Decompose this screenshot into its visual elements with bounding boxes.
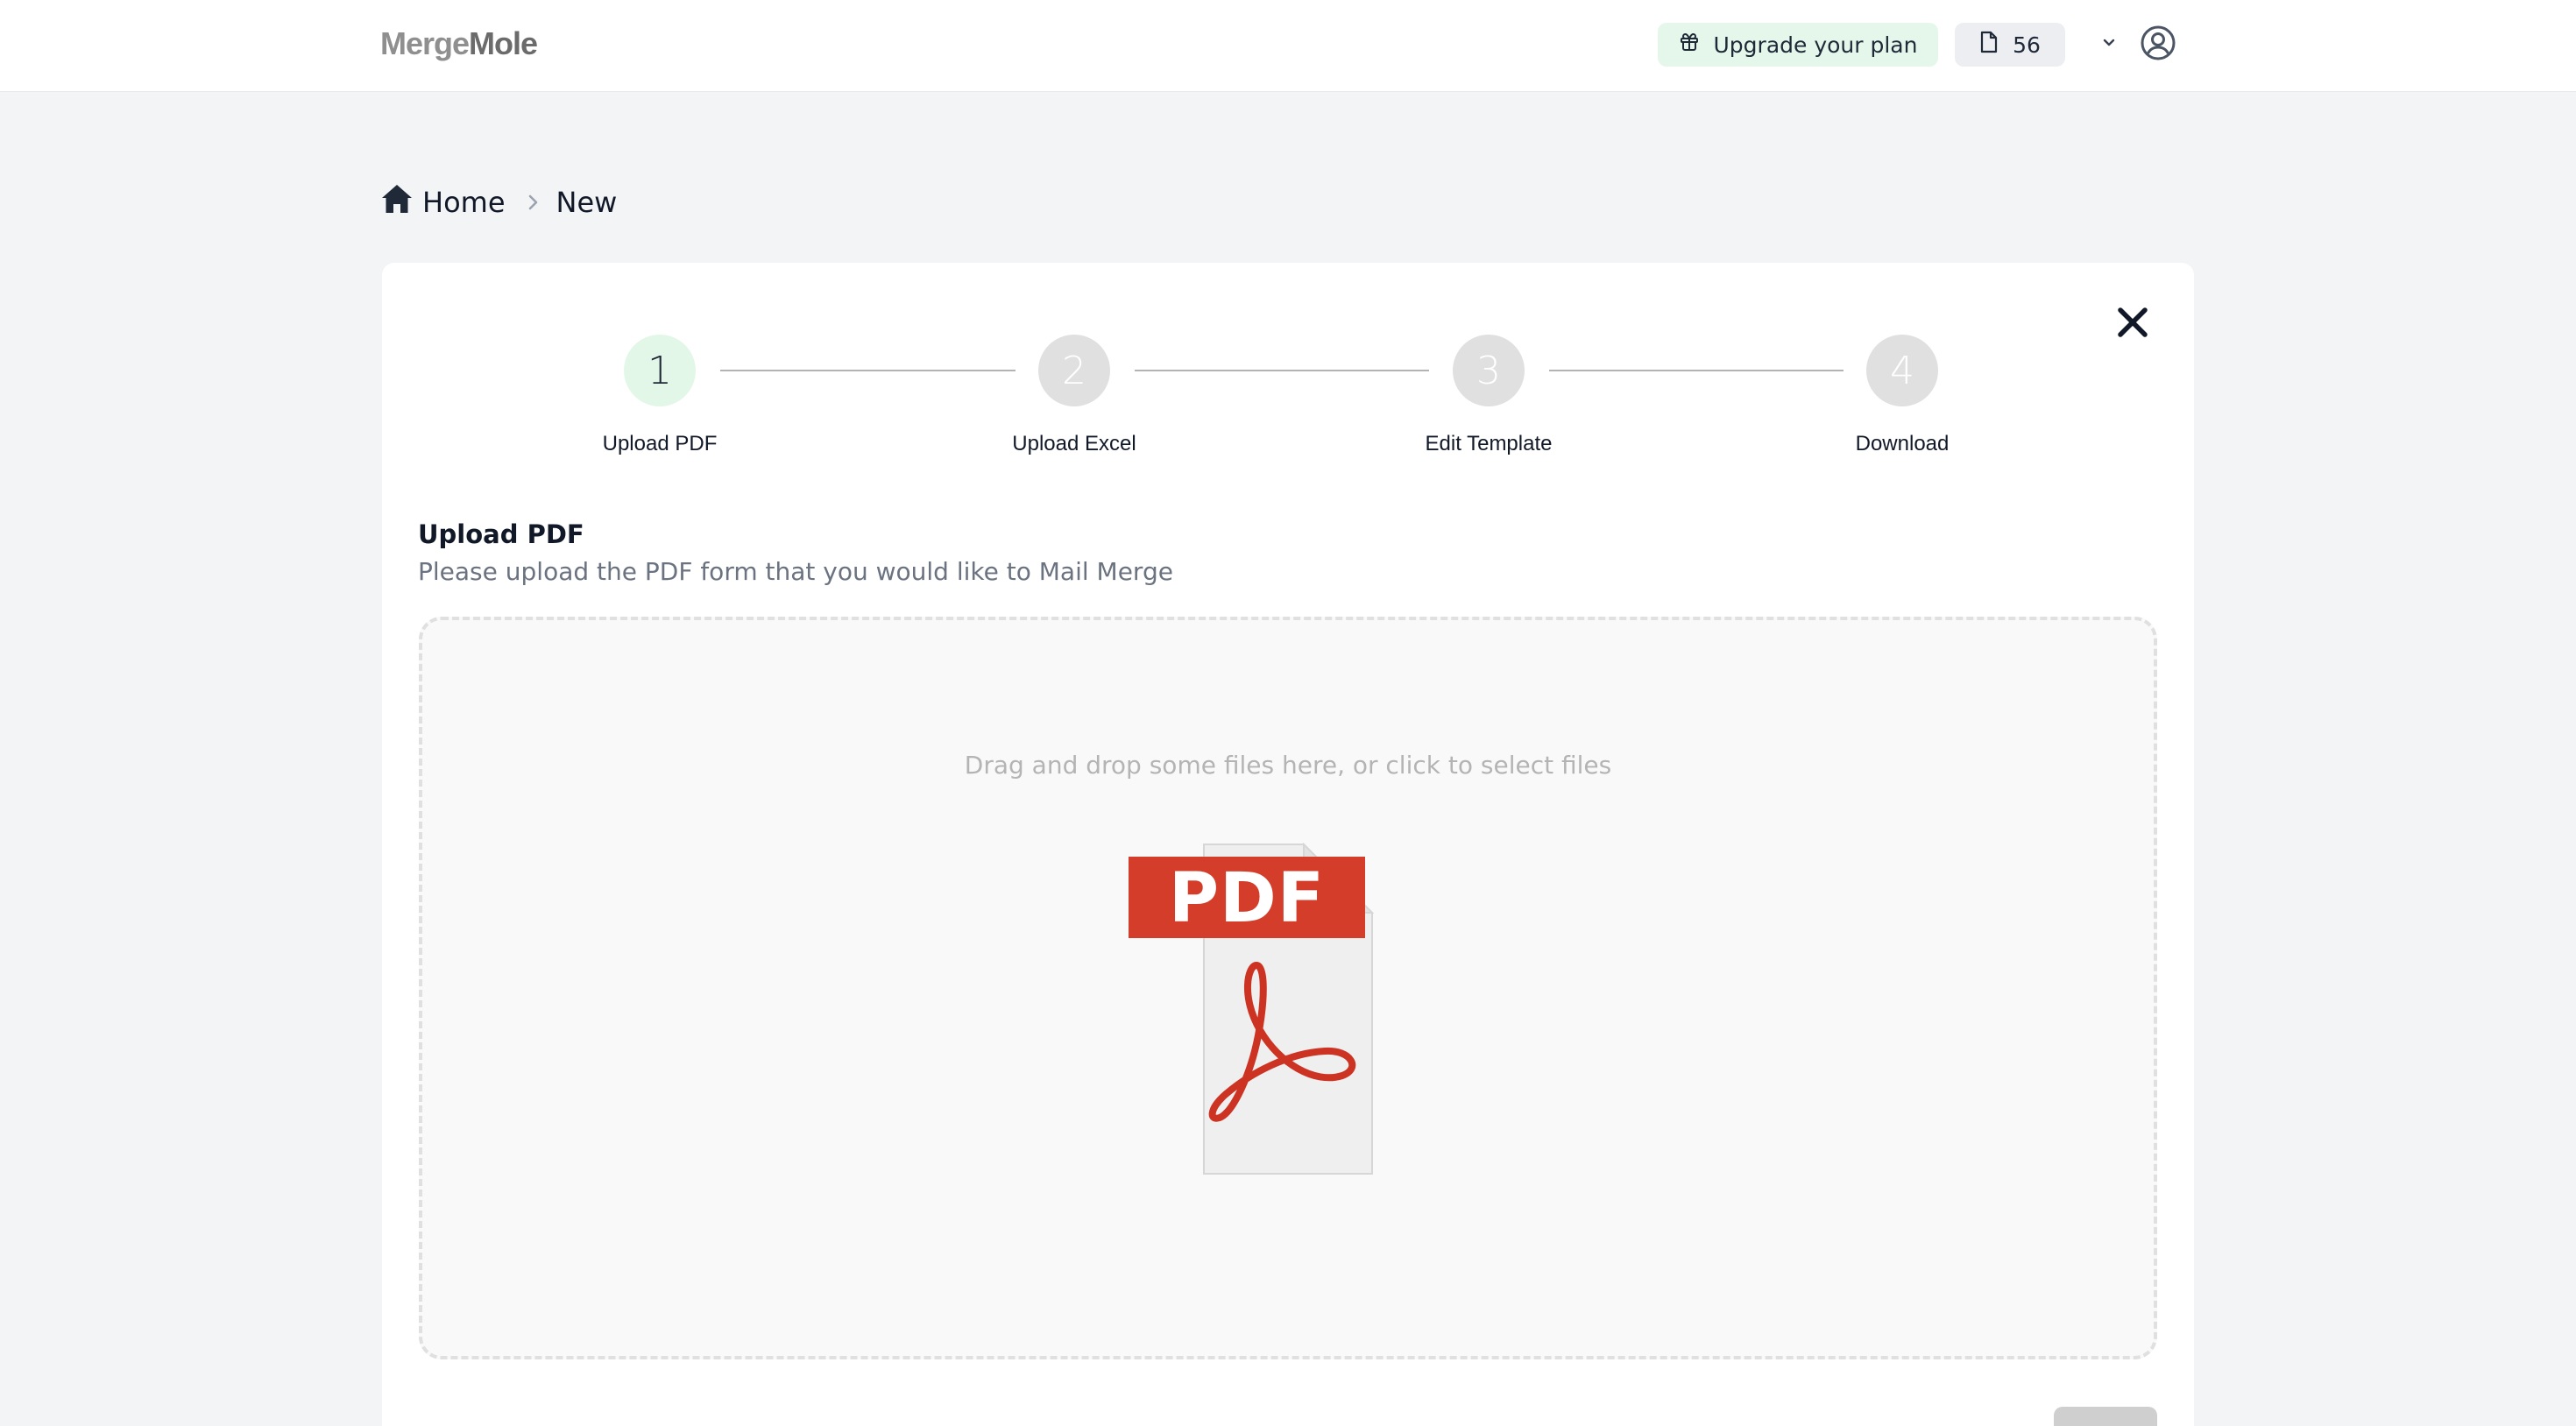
gift-icon (1679, 32, 1700, 58)
section-description: Please upload the PDF form that you woul… (418, 557, 1173, 586)
pdf-banner-text: PDF (1168, 859, 1326, 938)
step-connector (1549, 370, 1844, 371)
top-navigation-bar: MergeMole Upgrade your plan 56 (0, 0, 2576, 92)
breadcrumb-current: New (556, 186, 618, 219)
credits-count: 56 (2013, 32, 2041, 58)
step-3-label: Edit Template (1425, 432, 1553, 455)
step-3-circle: 3 (1453, 335, 1525, 406)
credits-button[interactable]: 56 (1955, 23, 2065, 67)
logo-mole: Mole (469, 25, 538, 61)
breadcrumb-home-label: Home (422, 186, 506, 219)
step-1-label: Upload PDF (602, 432, 718, 455)
step-1-circle: 1 (624, 335, 696, 406)
chevron-down-icon[interactable] (2101, 37, 2117, 53)
upgrade-plan-label: Upgrade your plan (1713, 32, 1918, 58)
document-icon (1979, 31, 1999, 59)
logo-merge: Merge (380, 25, 470, 61)
user-circle-icon[interactable] (2140, 25, 2176, 66)
step-2-label: Upload Excel (1012, 432, 1136, 455)
home-icon (380, 183, 414, 222)
next-button[interactable] (2054, 1407, 2157, 1426)
app-logo[interactable]: MergeMole (380, 23, 538, 65)
step-2-circle: 2 (1038, 335, 1110, 406)
close-icon[interactable] (2113, 303, 2152, 342)
breadcrumb-home[interactable]: Home (380, 183, 506, 222)
step-4-circle: 4 (1866, 335, 1938, 406)
dropzone-hint: Drag and drop some files here, or click … (964, 751, 1612, 780)
breadcrumb: Home New (380, 180, 617, 224)
chevron-right-icon (527, 193, 539, 212)
user-menu[interactable] (2101, 23, 2176, 67)
step-4-label: Download (1855, 432, 1950, 455)
step-connector (1135, 370, 1429, 371)
upgrade-plan-button[interactable]: Upgrade your plan (1658, 23, 1938, 67)
step-connector (720, 370, 1016, 371)
section-title: Upload PDF (418, 519, 584, 549)
file-dropzone[interactable]: Drag and drop some files here, or click … (419, 617, 2157, 1359)
